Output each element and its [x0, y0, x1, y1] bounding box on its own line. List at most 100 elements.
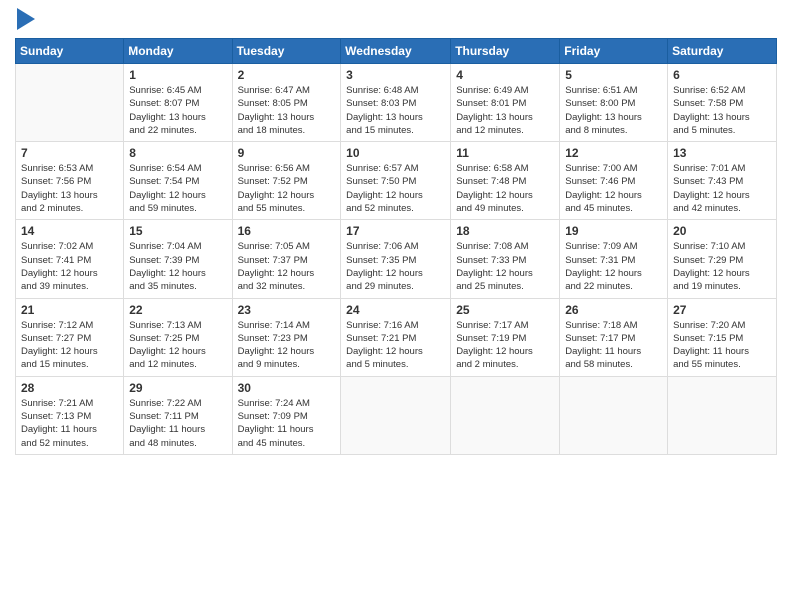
cell-info: Sunrise: 6:45 AMSunset: 8:07 PMDaylight:…: [129, 84, 226, 137]
calendar-header-row: SundayMondayTuesdayWednesdayThursdayFrid…: [16, 39, 777, 64]
cell-info: Sunrise: 6:53 AMSunset: 7:56 PMDaylight:…: [21, 162, 118, 215]
calendar-cell: 23Sunrise: 7:14 AMSunset: 7:23 PMDayligh…: [232, 298, 341, 376]
cell-info: Sunrise: 7:04 AMSunset: 7:39 PMDaylight:…: [129, 240, 226, 293]
day-number: 8: [129, 146, 226, 160]
calendar-cell: 1 Sunrise: 6:45 AMSunset: 8:07 PMDaylight…: [124, 64, 232, 142]
day-header-monday: Monday: [124, 39, 232, 64]
cell-info: Sunrise: 6:48 AMSunset: 8:03 PMDaylight:…: [346, 84, 445, 137]
calendar-cell: 20 Sunrise: 7:10 AMSunset: 7:29 PMDayligh…: [668, 220, 777, 298]
calendar-cell: 4 Sunrise: 6:49 AMSunset: 8:01 PMDaylight…: [451, 64, 560, 142]
calendar-cell: 27 Sunrise: 7:20 AMSunset: 7:15 PMDayligh…: [668, 298, 777, 376]
day-number: 28: [21, 381, 118, 395]
calendar-cell: 30Sunrise: 7:24 AMSunset: 7:09 PMDayligh…: [232, 376, 341, 454]
calendar-cell: 26 Sunrise: 7:18 AMSunset: 7:17 PMDayligh…: [560, 298, 668, 376]
calendar-cell: 3 Sunrise: 6:48 AMSunset: 8:03 PMDaylight…: [341, 64, 451, 142]
cell-info: Sunrise: 6:49 AMSunset: 8:01 PMDaylight:…: [456, 84, 554, 137]
cell-info: Sunrise: 7:10 AMSunset: 7:29 PMDaylight:…: [673, 240, 771, 293]
cell-info: Sunrise: 7:12 AMSunset: 7:27 PMDaylight:…: [21, 319, 118, 372]
day-number: 26: [565, 303, 662, 317]
cell-info: Sunrise: 6:51 AMSunset: 8:00 PMDaylight:…: [565, 84, 662, 137]
day-number: 22: [129, 303, 226, 317]
day-number: 24: [346, 303, 445, 317]
calendar-cell: 6 Sunrise: 6:52 AMSunset: 7:58 PMDaylight…: [668, 64, 777, 142]
calendar-cell: [16, 64, 124, 142]
cell-info: Sunrise: 7:21 AMSunset: 7:13 PMDaylight:…: [21, 397, 118, 450]
calendar-cell: 2 Sunrise: 6:47 AMSunset: 8:05 PMDaylight…: [232, 64, 341, 142]
calendar-cell: [560, 376, 668, 454]
calendar-cell: [668, 376, 777, 454]
cell-info: Sunrise: 7:01 AMSunset: 7:43 PMDaylight:…: [673, 162, 771, 215]
day-number: 20: [673, 224, 771, 238]
calendar-cell: 25Sunrise: 7:17 AMSunset: 7:19 PMDayligh…: [451, 298, 560, 376]
calendar-cell: 22 Sunrise: 7:13 AMSunset: 7:25 PMDayligh…: [124, 298, 232, 376]
calendar-cell: 16 Sunrise: 7:05 AMSunset: 7:37 PMDayligh…: [232, 220, 341, 298]
cell-info: Sunrise: 7:16 AMSunset: 7:21 PMDaylight:…: [346, 319, 445, 372]
cell-info: Sunrise: 7:05 AMSunset: 7:37 PMDaylight:…: [238, 240, 336, 293]
day-number: 1: [129, 68, 226, 82]
cell-info: Sunrise: 6:54 AMSunset: 7:54 PMDaylight:…: [129, 162, 226, 215]
calendar-cell: 13 Sunrise: 7:01 AMSunset: 7:43 PMDayligh…: [668, 142, 777, 220]
calendar-cell: 14 Sunrise: 7:02 AMSunset: 7:41 PMDayligh…: [16, 220, 124, 298]
cell-info: Sunrise: 6:57 AMSunset: 7:50 PMDaylight:…: [346, 162, 445, 215]
cell-info: Sunrise: 6:58 AMSunset: 7:48 PMDaylight:…: [456, 162, 554, 215]
calendar-cell: [341, 376, 451, 454]
day-number: 4: [456, 68, 554, 82]
cell-info: Sunrise: 7:13 AMSunset: 7:25 PMDaylight:…: [129, 319, 226, 372]
calendar-week-row: 28 Sunrise: 7:21 AMSunset: 7:13 PMDayligh…: [16, 376, 777, 454]
day-header-sunday: Sunday: [16, 39, 124, 64]
day-header-tuesday: Tuesday: [232, 39, 341, 64]
cell-info: Sunrise: 7:20 AMSunset: 7:15 PMDaylight:…: [673, 319, 771, 372]
cell-info: Sunrise: 7:00 AMSunset: 7:46 PMDaylight:…: [565, 162, 662, 215]
calendar-cell: 11Sunrise: 6:58 AMSunset: 7:48 PMDayligh…: [451, 142, 560, 220]
day-number: 18: [456, 224, 554, 238]
calendar-week-row: 14 Sunrise: 7:02 AMSunset: 7:41 PMDayligh…: [16, 220, 777, 298]
calendar-cell: 12 Sunrise: 7:00 AMSunset: 7:46 PMDayligh…: [560, 142, 668, 220]
calendar-cell: 19 Sunrise: 7:09 AMSunset: 7:31 PMDayligh…: [560, 220, 668, 298]
day-number: 29: [129, 381, 226, 395]
calendar-cell: 10 Sunrise: 6:57 AMSunset: 7:50 PMDayligh…: [341, 142, 451, 220]
page: SundayMondayTuesdayWednesdayThursdayFrid…: [0, 0, 792, 612]
cell-info: Sunrise: 7:22 AMSunset: 7:11 PMDaylight:…: [129, 397, 226, 450]
cell-info: Sunrise: 6:52 AMSunset: 7:58 PMDaylight:…: [673, 84, 771, 137]
calendar-cell: 9Sunrise: 6:56 AMSunset: 7:52 PMDaylight…: [232, 142, 341, 220]
cell-info: Sunrise: 6:56 AMSunset: 7:52 PMDaylight:…: [238, 162, 336, 215]
day-number: 14: [21, 224, 118, 238]
day-number: 19: [565, 224, 662, 238]
day-number: 16: [238, 224, 336, 238]
cell-info: Sunrise: 7:08 AMSunset: 7:33 PMDaylight:…: [456, 240, 554, 293]
day-number: 2: [238, 68, 336, 82]
cell-info: Sunrise: 7:06 AMSunset: 7:35 PMDaylight:…: [346, 240, 445, 293]
calendar-cell: 17 Sunrise: 7:06 AMSunset: 7:35 PMDayligh…: [341, 220, 451, 298]
calendar-week-row: 1 Sunrise: 6:45 AMSunset: 8:07 PMDaylight…: [16, 64, 777, 142]
cell-info: Sunrise: 7:18 AMSunset: 7:17 PMDaylight:…: [565, 319, 662, 372]
day-number: 12: [565, 146, 662, 160]
day-number: 5: [565, 68, 662, 82]
day-number: 25: [456, 303, 554, 317]
calendar-cell: 29 Sunrise: 7:22 AMSunset: 7:11 PMDayligh…: [124, 376, 232, 454]
cell-info: Sunrise: 7:02 AMSunset: 7:41 PMDaylight:…: [21, 240, 118, 293]
calendar-cell: 21 Sunrise: 7:12 AMSunset: 7:27 PMDayligh…: [16, 298, 124, 376]
calendar-cell: 18 Sunrise: 7:08 AMSunset: 7:33 PMDayligh…: [451, 220, 560, 298]
calendar-cell: [451, 376, 560, 454]
calendar-cell: 28 Sunrise: 7:21 AMSunset: 7:13 PMDayligh…: [16, 376, 124, 454]
day-number: 6: [673, 68, 771, 82]
calendar-cell: 5 Sunrise: 6:51 AMSunset: 8:00 PMDaylight…: [560, 64, 668, 142]
day-number: 17: [346, 224, 445, 238]
day-number: 27: [673, 303, 771, 317]
day-number: 10: [346, 146, 445, 160]
calendar-cell: 24 Sunrise: 7:16 AMSunset: 7:21 PMDayligh…: [341, 298, 451, 376]
day-header-wednesday: Wednesday: [341, 39, 451, 64]
day-number: 3: [346, 68, 445, 82]
day-number: 21: [21, 303, 118, 317]
cell-info: Sunrise: 7:24 AMSunset: 7:09 PMDaylight:…: [238, 397, 336, 450]
cell-info: Sunrise: 7:09 AMSunset: 7:31 PMDaylight:…: [565, 240, 662, 293]
cell-info: Sunrise: 6:47 AMSunset: 8:05 PMDaylight:…: [238, 84, 336, 137]
header: [15, 10, 777, 30]
day-header-friday: Friday: [560, 39, 668, 64]
calendar-cell: 8 Sunrise: 6:54 AMSunset: 7:54 PMDaylight…: [124, 142, 232, 220]
calendar-cell: 7 Sunrise: 6:53 AMSunset: 7:56 PMDaylight…: [16, 142, 124, 220]
day-number: 7: [21, 146, 118, 160]
day-number: 13: [673, 146, 771, 160]
logo: [15, 10, 35, 30]
day-number: 23: [238, 303, 336, 317]
